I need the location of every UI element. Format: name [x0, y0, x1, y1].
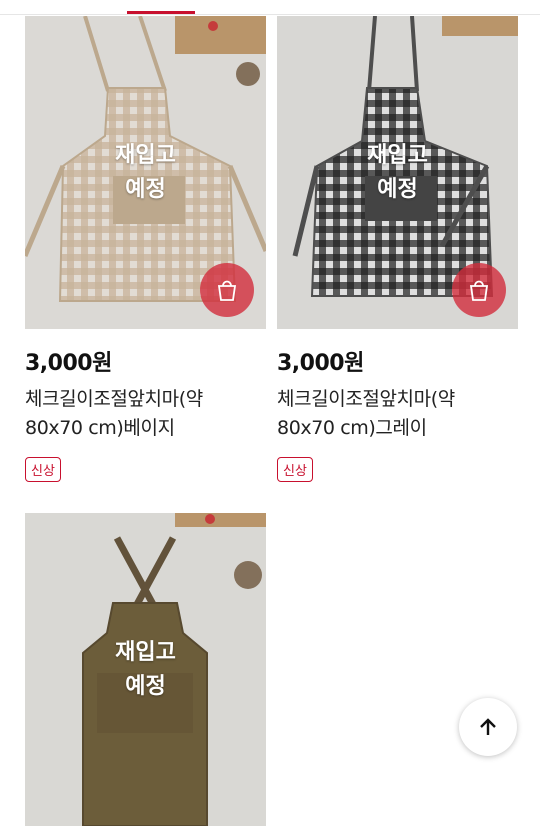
status-overlay: 재입고 예정	[25, 513, 266, 826]
restock-label: 재입고 예정	[115, 142, 176, 202]
scroll-to-top-button[interactable]	[459, 698, 517, 756]
add-to-cart-button[interactable]	[452, 263, 506, 317]
shopping-bag-icon	[217, 280, 237, 301]
product-name[interactable]: 체크길이조절앞치마(약80x70 cm)그레이	[277, 385, 512, 443]
product-card[interactable]: 재입고 예정	[25, 513, 266, 826]
arrow-up-icon	[480, 718, 496, 735]
product-name[interactable]: 체크길이조절앞치마(약80x70 cm)베이지	[25, 385, 260, 443]
new-badge: 신상	[25, 457, 61, 482]
new-badge: 신상	[277, 457, 313, 482]
add-to-cart-button[interactable]	[200, 263, 254, 317]
product-card[interactable]: 재입고 예정 3,000원 체크길이조절앞치마(약80x70 cm)베이지 신상	[25, 16, 266, 482]
restock-label: 재입고 예정	[115, 639, 176, 699]
product-image[interactable]: 재입고 예정	[277, 16, 518, 329]
shopping-bag-icon	[469, 280, 489, 301]
product-price: 3,000원	[277, 351, 364, 376]
product-price: 3,000원	[25, 351, 112, 376]
restock-label: 재입고 예정	[367, 142, 428, 202]
product-image[interactable]: 재입고 예정	[25, 513, 266, 826]
product-image[interactable]: 재입고 예정	[25, 16, 266, 329]
top-nav-bar	[0, 0, 540, 15]
active-tab-indicator	[127, 11, 195, 14]
product-card[interactable]: 재입고 예정 3,000원 체크길이조절앞치마(약80x70 cm)그레이 신상	[277, 16, 518, 482]
